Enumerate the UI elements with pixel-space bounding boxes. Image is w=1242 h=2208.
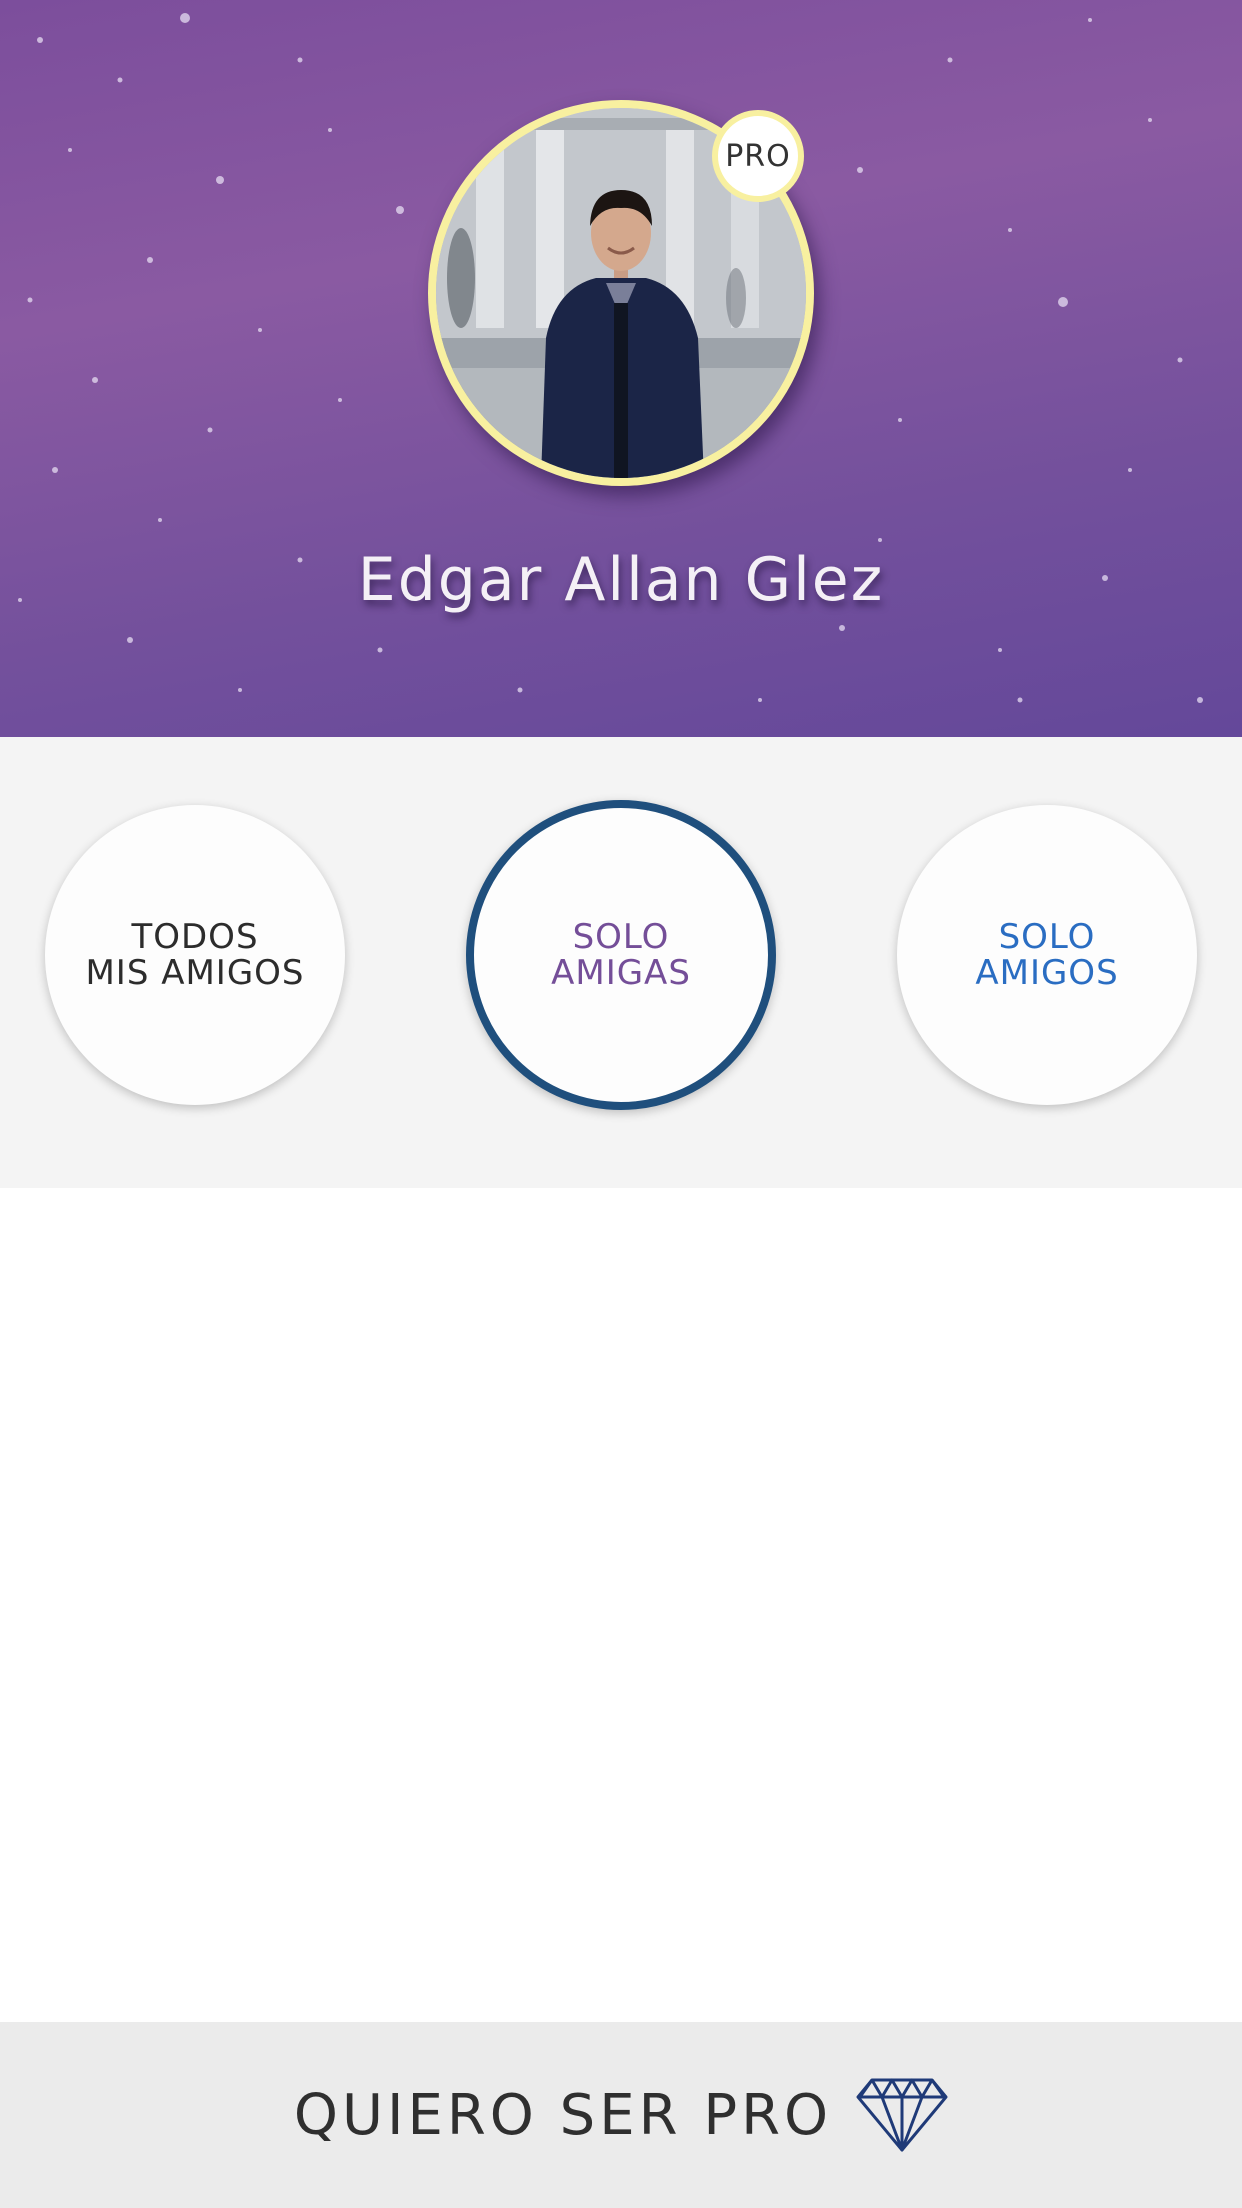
filter-girls-line2: AMIGAS bbox=[551, 953, 691, 993]
content-area bbox=[0, 1188, 1242, 2022]
diamond-icon bbox=[856, 2078, 948, 2152]
filter-all-friends-button[interactable]: TODOS MIS AMIGOS bbox=[45, 805, 345, 1105]
filter-boys-only-button[interactable]: SOLO AMIGOS bbox=[897, 805, 1197, 1105]
filter-girls-only-button[interactable]: SOLO AMIGAS bbox=[466, 800, 776, 1110]
become-pro-label: QUIERO SER PRO bbox=[293, 2082, 833, 2148]
filter-all-line2: MIS AMIGOS bbox=[85, 953, 305, 993]
profile-header: PRO Edgar Allan Glez bbox=[0, 0, 1242, 737]
filter-girls-line1: SOLO bbox=[572, 917, 670, 957]
become-pro-button[interactable]: QUIERO SER PRO bbox=[0, 2022, 1242, 2208]
friend-filter-section: TODOS MIS AMIGOS SOLO AMIGAS SOLO AMIGOS bbox=[0, 737, 1242, 1188]
profile-screen: PRO Edgar Allan Glez TODOS MIS AMIGOS SO… bbox=[0, 0, 1242, 2208]
filter-boys-line1: SOLO bbox=[998, 917, 1096, 957]
pro-badge: PRO bbox=[712, 110, 804, 202]
filter-boys-line2: AMIGOS bbox=[975, 953, 1119, 993]
filter-all-line1: TODOS bbox=[131, 917, 259, 957]
user-name: Edgar Allan Glez bbox=[357, 545, 885, 615]
